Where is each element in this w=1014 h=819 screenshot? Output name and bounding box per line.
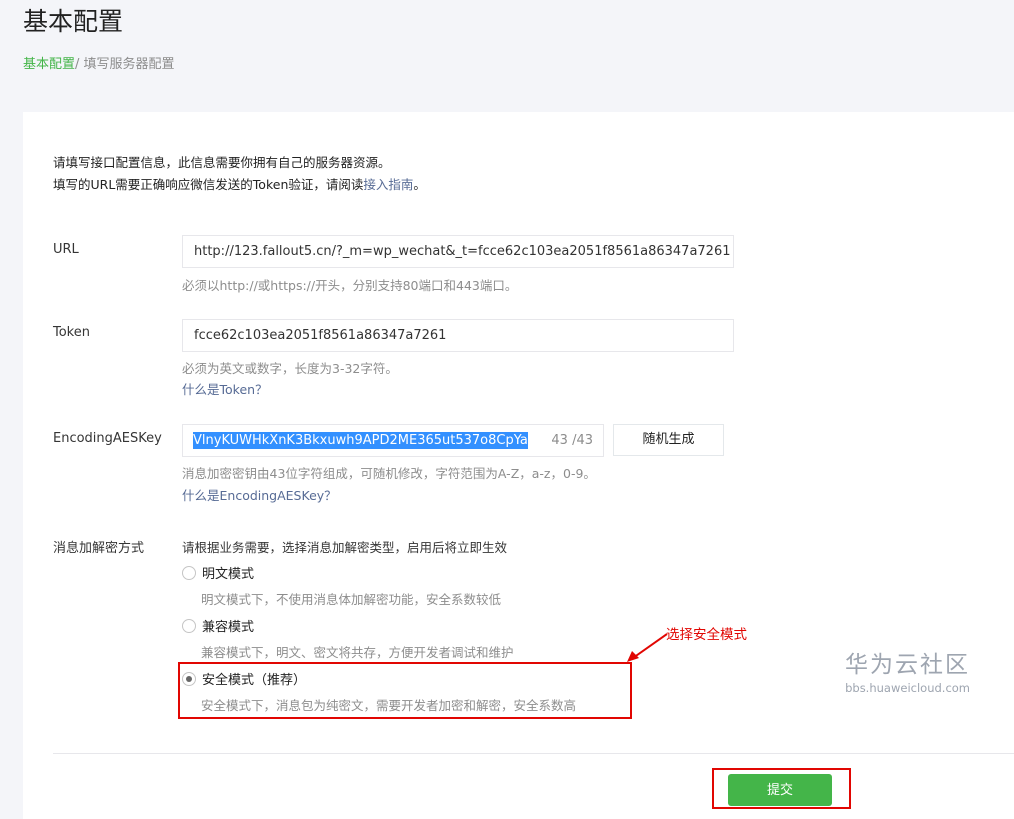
submit-button[interactable]: 提交	[728, 774, 832, 806]
breadcrumb-current: 填写服务器配置	[83, 57, 175, 72]
secure-mode-highlight-box	[178, 662, 632, 719]
aes-key-hint: 消息加密密钥由43位字符组成，可随机修改，字符范围为A-Z，a-z，0-9。	[182, 466, 596, 481]
compatible-mode-desc: 兼容模式下，明文、密文将共存，方便开发者调试和维护	[201, 645, 514, 660]
encryption-mode-label: 消息加解密方式	[53, 541, 145, 556]
what-is-aes-key-link[interactable]: 什么是EncodingAESKey？	[182, 485, 337, 504]
plaintext-mode-desc: 明文模式下，不使用消息体加解密功能，安全系数较低	[201, 592, 502, 607]
intro-line-2: 填写的URL需要正确响应微信发送的Token验证，请阅读接入指南。	[53, 174, 426, 196]
config-panel: 请填写接口配置信息，此信息需要你拥有自己的服务器资源。 填写的URL需要正确响应…	[23, 112, 1014, 819]
access-guide-link[interactable]: 接入指南	[363, 177, 413, 192]
what-is-token-link[interactable]: 什么是Token？	[182, 379, 268, 398]
intro-line-2-suffix: 。	[413, 177, 426, 192]
token-input[interactable]: fcce62c103ea2051f8561a86347a7261	[182, 319, 734, 352]
aes-key-char-count: 43 /43	[551, 433, 593, 448]
radio-plaintext-circle[interactable]	[182, 565, 196, 580]
url-label: URL	[53, 242, 79, 257]
radio-plaintext-label: 明文模式	[202, 567, 255, 582]
encryption-mode-hint: 请根据业务需要，选择消息加解密类型，启用后将立即生效	[182, 540, 508, 555]
url-input[interactable]: http://123.fallout5.cn/?_m=wp_wechat&_t=…	[182, 235, 734, 268]
page-title: 基本配置	[23, 7, 124, 36]
breadcrumb-separator: /	[75, 57, 84, 72]
watermark-main: 华为云社区	[845, 652, 970, 678]
footer-divider	[53, 753, 1014, 754]
radio-compatible-label: 兼容模式	[202, 620, 255, 635]
intro-text: 请填写接口配置信息，此信息需要你拥有自己的服务器资源。 填写的URL需要正确响应…	[53, 152, 426, 196]
radio-compatible-circle[interactable]	[182, 618, 196, 633]
token-hint: 必须为英文或数字，长度为3-32字符。	[182, 361, 398, 376]
intro-line-2-prefix: 填写的URL需要正确响应微信发送的Token验证，请阅读	[53, 177, 364, 192]
aes-key-label: EncodingAESKey	[53, 431, 162, 446]
random-generate-button[interactable]: 随机生成	[613, 424, 724, 456]
annotation-text: 选择安全模式	[666, 627, 747, 643]
radio-plaintext-mode[interactable]: 明文模式	[182, 563, 254, 582]
annotation-arrow-icon	[627, 633, 668, 662]
breadcrumb-root-link[interactable]: 基本配置	[23, 57, 75, 72]
intro-line-1: 请填写接口配置信息，此信息需要你拥有自己的服务器资源。	[53, 155, 391, 170]
radio-compatible-mode[interactable]: 兼容模式	[182, 616, 254, 635]
watermark-sub: bbs.huaweicloud.com	[845, 681, 970, 695]
aes-key-value: VlnyKUWHkXnK3Bkxuwh9APD2ME365ut537o8CpYa	[193, 432, 528, 449]
aes-key-input[interactable]: VlnyKUWHkXnK3Bkxuwh9APD2ME365ut537o8CpYa…	[182, 424, 604, 457]
breadcrumb: 基本配置/ 填写服务器配置	[23, 53, 175, 72]
url-hint: 必须以http://或https://开头，分别支持80端口和443端口。	[182, 278, 518, 293]
token-label: Token	[53, 325, 90, 340]
token-input-value: fcce62c103ea2051f8561a86347a7261	[194, 328, 447, 343]
watermark: 华为云社区 bbs.huaweicloud.com	[845, 645, 970, 695]
url-input-value: http://123.fallout5.cn/?_m=wp_wechat&_t=…	[194, 244, 731, 259]
